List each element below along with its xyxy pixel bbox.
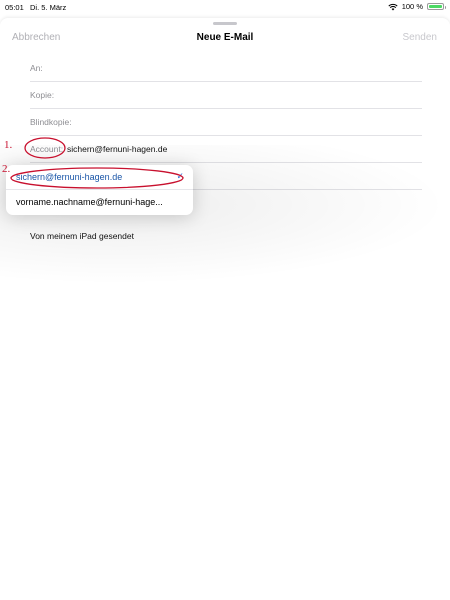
to-field[interactable]: An: — [30, 55, 422, 82]
account-option[interactable]: vorname.nachname@fernuni-hage... — [6, 190, 193, 215]
account-label: Account: — [30, 144, 64, 154]
account-field[interactable]: Account: sichern@fernuni-hagen.de — [30, 136, 422, 163]
to-label: An: — [30, 63, 43, 73]
annotation-number-1: 1. — [4, 139, 13, 151]
status-date: Di. 5. März — [30, 3, 67, 12]
status-right: 100 % — [388, 2, 446, 11]
send-button[interactable]: Senden — [403, 32, 437, 43]
signature-text: Von meinem iPad gesendet — [30, 231, 134, 241]
nav-bar: Abbrechen Neue E-Mail Senden — [0, 18, 450, 58]
compose-sheet: Abbrechen Neue E-Mail Senden An: Kopie: … — [0, 18, 450, 600]
checkmark-icon: ✓ — [176, 171, 184, 181]
page-title: Neue E-Mail — [196, 32, 254, 43]
status-time: 05:01 — [5, 3, 24, 12]
account-popover: sichern@fernuni-hagen.de ✓ vorname.nachn… — [6, 165, 193, 215]
annotation-number-2: 2. — [2, 163, 11, 175]
battery-icon — [427, 3, 446, 10]
cc-field[interactable]: Kopie: — [30, 82, 422, 109]
cc-label: Kopie: — [30, 90, 55, 100]
battery-percent: 100 % — [401, 2, 423, 11]
account-option-label: vorname.nachname@fernuni-hage... — [16, 197, 163, 207]
account-option[interactable]: sichern@fernuni-hagen.de ✓ — [6, 165, 193, 190]
account-value: sichern@fernuni-hagen.de — [67, 144, 168, 154]
status-bar: 05:01 Di. 5. März 100 % — [0, 0, 450, 14]
account-option-label: sichern@fernuni-hagen.de — [16, 172, 123, 182]
wifi-icon — [388, 3, 398, 10]
bcc-label: Blindkopie: — [30, 117, 72, 127]
bcc-field[interactable]: Blindkopie: — [30, 109, 422, 136]
